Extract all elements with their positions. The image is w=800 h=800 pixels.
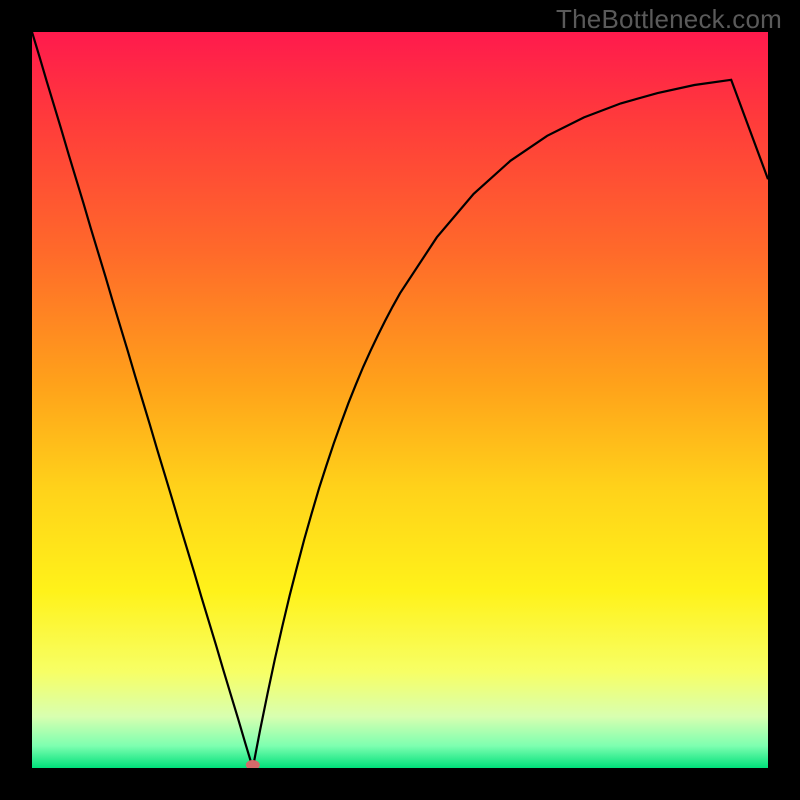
chart-svg	[32, 32, 768, 768]
chart-frame: TheBottleneck.com	[0, 0, 800, 800]
watermark-text: TheBottleneck.com	[556, 4, 782, 35]
plot-area	[32, 32, 768, 768]
